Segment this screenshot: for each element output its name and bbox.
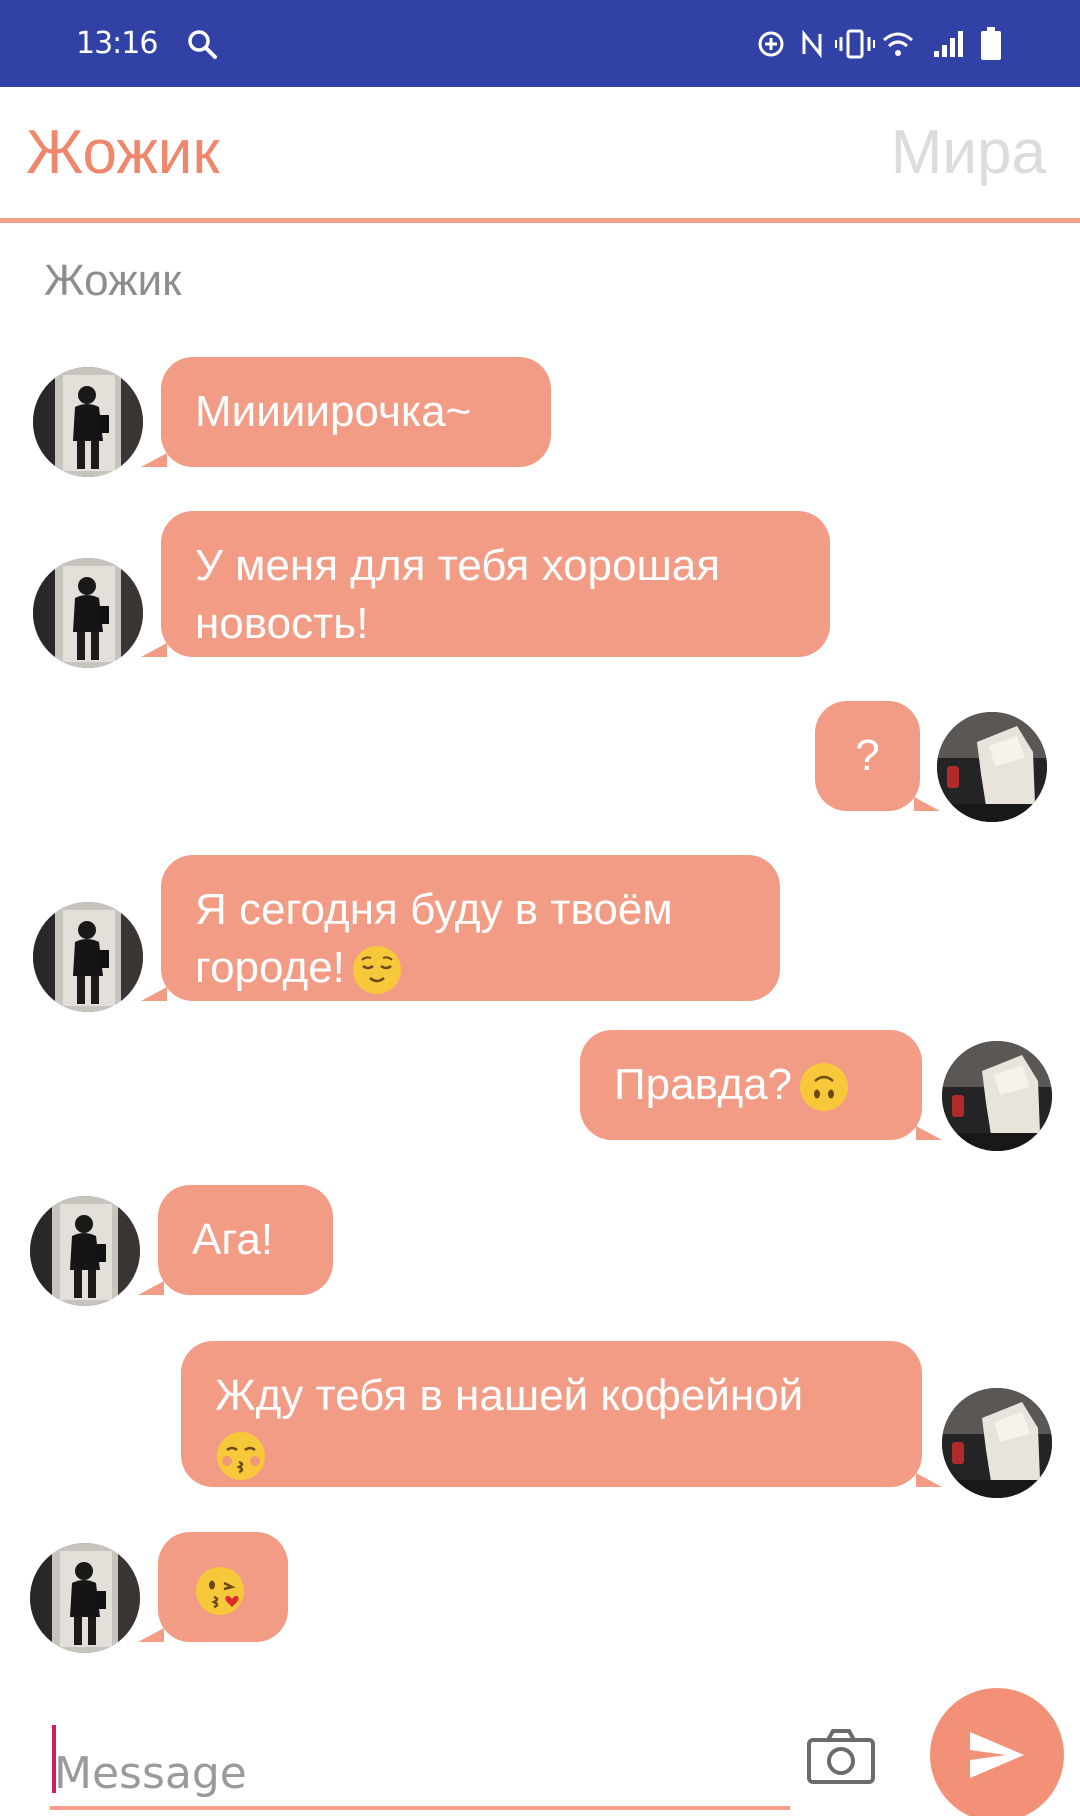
search-icon: [184, 24, 220, 64]
signal-icon: [932, 24, 964, 64]
message-bubble-outgoing[interactable]: Жду тебя в нашей кофейной: [181, 1341, 942, 1487]
battery-icon: [980, 24, 1002, 64]
message-text: Правда?: [614, 1060, 793, 1109]
message-text: Ага!: [192, 1215, 274, 1264]
message-composer: [0, 1680, 1080, 1816]
avatar-mira[interactable]: [942, 1041, 1052, 1151]
nfc-icon: [800, 24, 824, 64]
avatar-mira[interactable]: [937, 712, 1047, 822]
message-text: Миииирочка~: [195, 387, 472, 436]
message-input[interactable]: [50, 1740, 790, 1810]
header-divider: [0, 218, 1080, 223]
status-time: 13:16: [76, 26, 158, 61]
message-bubble-incoming[interactable]: Миииирочка~: [141, 357, 551, 467]
send-icon: [970, 1732, 1024, 1778]
message-bubble-outgoing[interactable]: Правда?: [580, 1030, 942, 1140]
message-bubble-incoming[interactable]: У меня для тебя хорошая новость!: [141, 511, 830, 657]
message-bubble-incoming[interactable]: [138, 1532, 288, 1642]
tab-user-left[interactable]: Жожик: [26, 117, 220, 188]
vibrate-icon: [835, 24, 875, 64]
camera-icon: [807, 1729, 875, 1784]
avatar-jozhik[interactable]: [33, 367, 143, 477]
message-text: городе!: [195, 943, 345, 992]
face-blowing-kiss-emoji: [194, 1566, 246, 1617]
chat-title: Жожик: [44, 256, 182, 305]
message-text: новость!: [195, 599, 369, 648]
message-text: Я сегодня буду в твоём: [195, 885, 673, 934]
message-text: У меня для тебя хорошая: [195, 541, 721, 590]
message-text: Жду тебя в нашей кофейной: [215, 1371, 804, 1420]
camera-button[interactable]: [806, 1728, 876, 1784]
message-text: ?: [855, 731, 880, 780]
message-bubble-outgoing[interactable]: ?: [815, 701, 940, 811]
avatar-jozhik[interactable]: [30, 1543, 140, 1653]
message-bubble-incoming[interactable]: Я сегодня буду в твоём городе!: [141, 855, 780, 1001]
data-saver-icon: [755, 24, 787, 64]
status-bar: 13:16: [0, 0, 1080, 87]
message-bubble-incoming[interactable]: Ага!: [138, 1185, 333, 1295]
avatar-jozhik[interactable]: [33, 558, 143, 668]
chat-header: Жожик Мира: [0, 87, 1080, 223]
send-button[interactable]: [930, 1688, 1064, 1816]
tab-user-right[interactable]: Мира: [891, 117, 1046, 188]
avatar-jozhik[interactable]: [30, 1196, 140, 1306]
relieved-face-emoji: [351, 945, 403, 996]
wifi-icon: [882, 24, 914, 64]
kissing-closed-eyes-emoji: [215, 1431, 267, 1482]
upside-down-face-emoji: [798, 1062, 850, 1113]
text-cursor: [52, 1725, 56, 1793]
avatar-mira[interactable]: [942, 1388, 1052, 1498]
avatar-jozhik[interactable]: [33, 902, 143, 1012]
